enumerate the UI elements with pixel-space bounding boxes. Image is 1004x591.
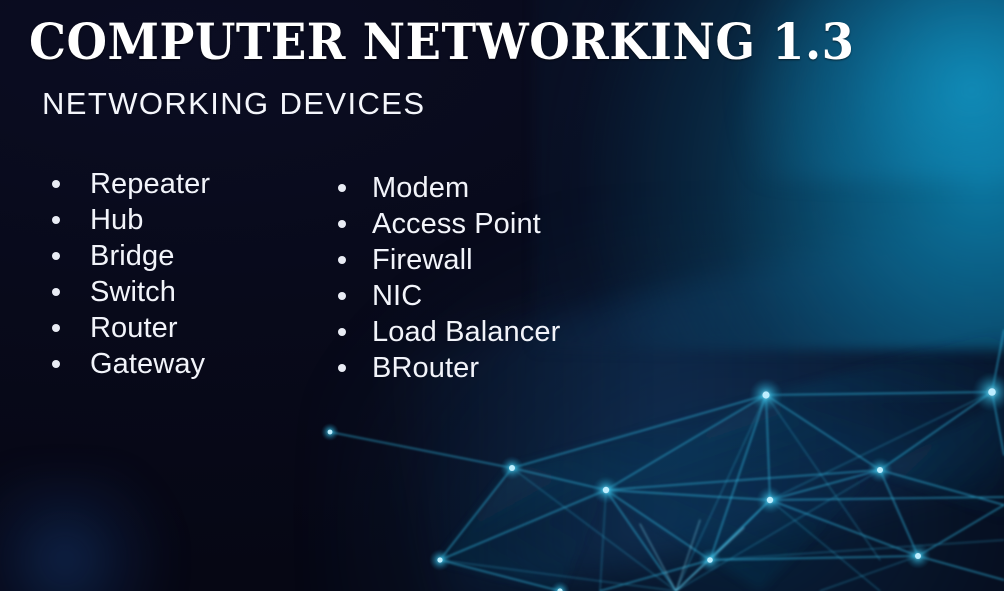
list-item-label: Load Balancer — [372, 316, 561, 348]
left-device-list: Repeater Hub Bridge Switch Router Gatewa… — [52, 166, 210, 382]
slide-content: COMPUTER NETWORKING 1.3 NETWORKING DEVIC… — [0, 0, 1004, 591]
bullet-icon — [338, 220, 346, 228]
list-item-label: Bridge — [90, 240, 175, 272]
list-item: Bridge — [52, 238, 210, 274]
bullet-icon — [338, 364, 346, 372]
right-device-list: Modem Access Point Firewall NIC Load Bal… — [338, 170, 560, 386]
list-item: Modem — [338, 170, 560, 206]
list-item: Gateway — [52, 346, 210, 382]
list-item-label: Firewall — [372, 244, 473, 276]
list-item-label: BRouter — [372, 352, 480, 384]
bullet-icon — [338, 292, 346, 300]
list-item: Switch — [52, 274, 210, 310]
list-item-label: Access Point — [372, 208, 541, 240]
list-item: Hub — [52, 202, 210, 238]
list-item: BRouter — [338, 350, 560, 386]
bullet-icon — [338, 328, 346, 336]
bullet-icon — [338, 184, 346, 192]
list-item: Router — [52, 310, 210, 346]
list-item: Load Balancer — [338, 314, 560, 350]
list-item-label: NIC — [372, 280, 423, 312]
bullet-icon — [52, 216, 60, 224]
slide-canvas: COMPUTER NETWORKING 1.3 NETWORKING DEVIC… — [0, 0, 1004, 591]
list-item-label: Gateway — [90, 348, 206, 380]
list-item: Repeater — [52, 166, 210, 202]
list-item-label: Switch — [90, 276, 177, 308]
bullet-icon — [338, 256, 346, 264]
bullet-icon — [52, 288, 60, 296]
list-item-label: Router — [90, 312, 178, 344]
bullet-icon — [52, 252, 60, 260]
bullet-icon — [52, 360, 60, 368]
bullet-icon — [52, 324, 60, 332]
list-item-label: Hub — [90, 204, 144, 236]
page-title: COMPUTER NETWORKING 1.3 — [29, 12, 855, 71]
list-item: Access Point — [338, 206, 560, 242]
slide-subtitle: NETWORKING DEVICES — [42, 86, 426, 121]
list-item-label: Modem — [372, 172, 470, 204]
bullet-icon — [52, 180, 60, 188]
list-item: NIC — [338, 278, 560, 314]
list-item-label: Repeater — [90, 168, 211, 200]
list-item: Firewall — [338, 242, 560, 278]
